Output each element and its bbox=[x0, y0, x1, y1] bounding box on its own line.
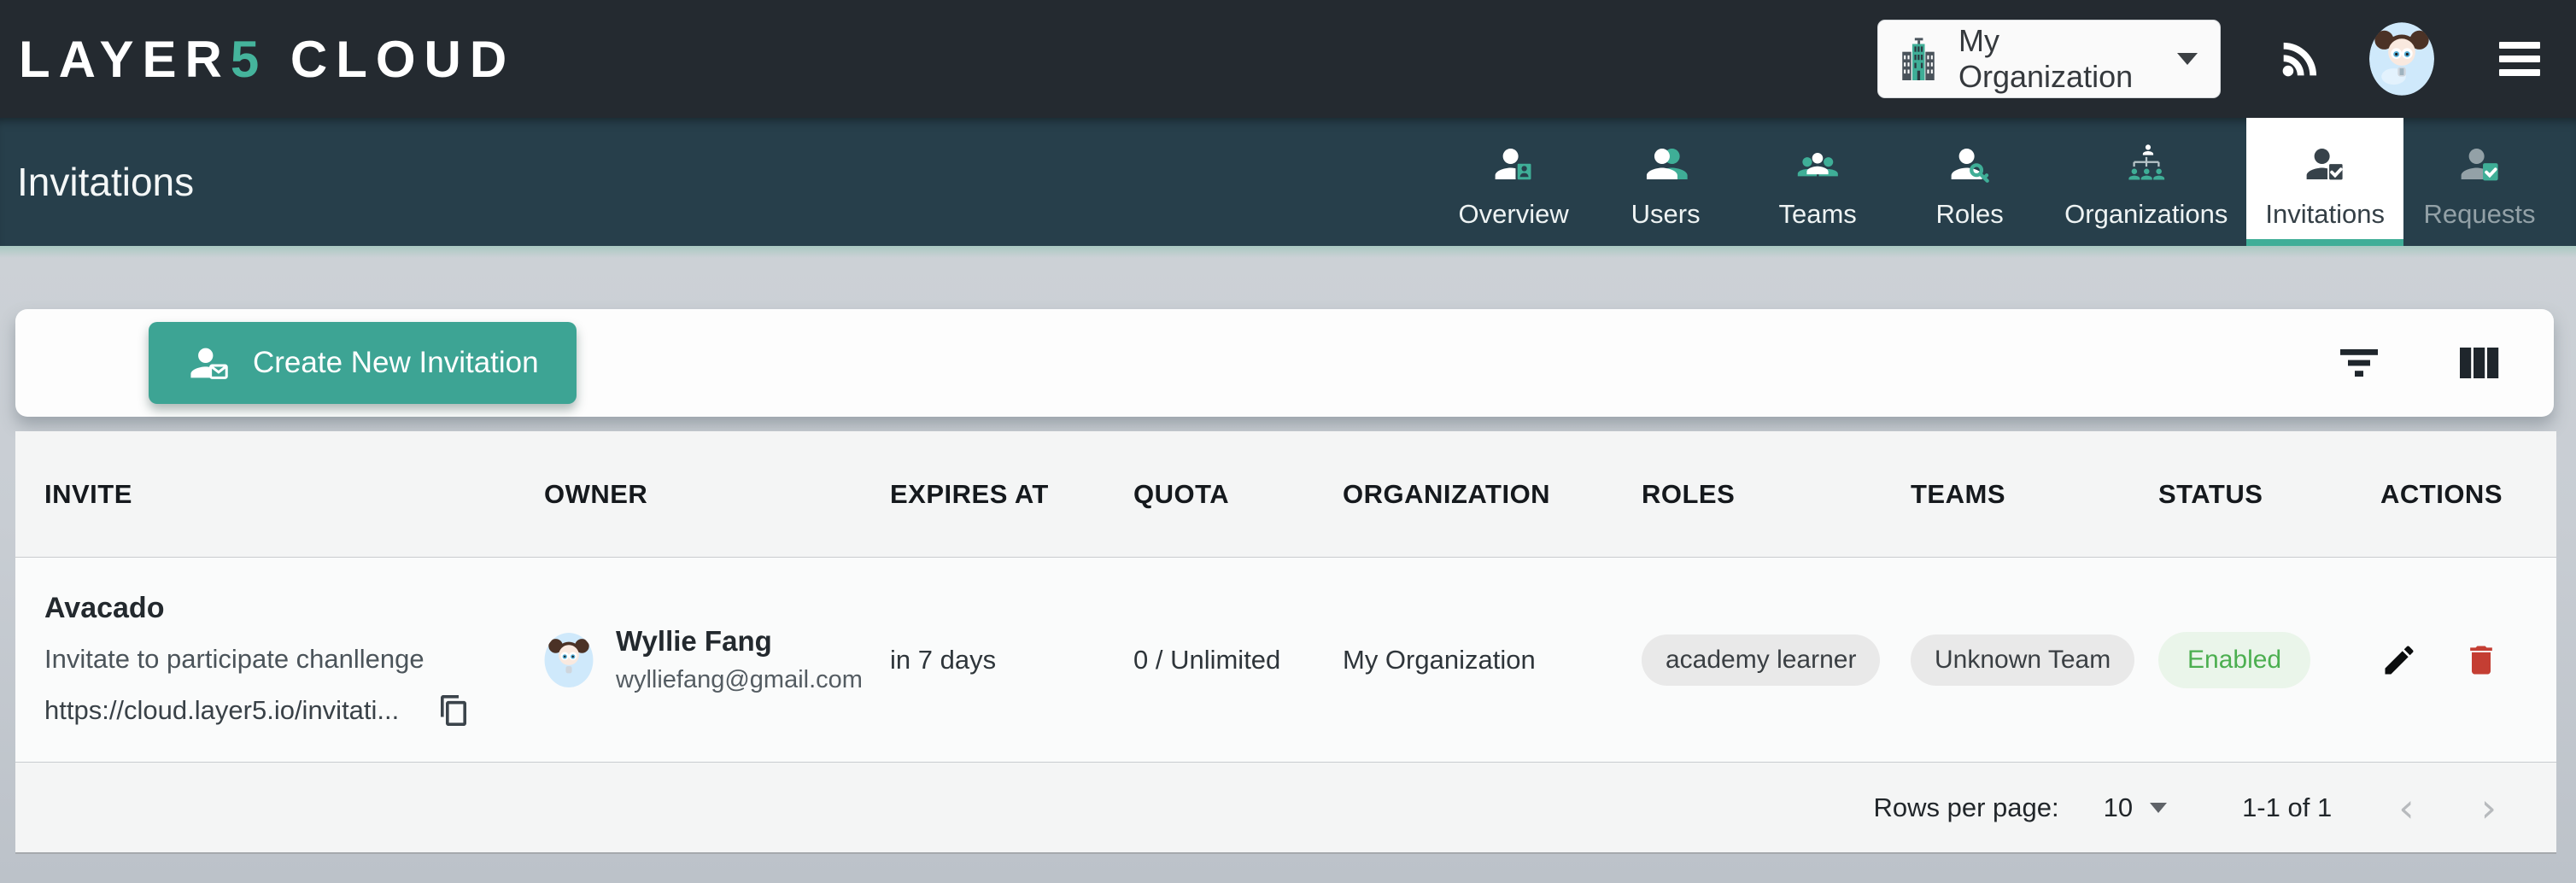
view-columns-icon bbox=[2455, 344, 2504, 382]
role-chip: academy learner bbox=[1642, 634, 1880, 686]
page-title: Invitations bbox=[17, 159, 194, 205]
tab-label: Organizations bbox=[2064, 199, 2228, 230]
trash-icon bbox=[2462, 641, 2500, 679]
view-columns-button[interactable] bbox=[2450, 339, 2509, 387]
logo-text-layer: LAYER bbox=[19, 31, 231, 88]
invite-cell: Avacado Invitate to participate chanllen… bbox=[15, 558, 515, 762]
previous-page-button[interactable]: ‹ bbox=[2398, 788, 2414, 827]
tab-label: Teams bbox=[1778, 199, 1856, 230]
filter-icon bbox=[2335, 344, 2383, 382]
roles-cell: academy learner bbox=[1613, 558, 1882, 762]
tab-teams[interactable]: Teams bbox=[1742, 118, 1894, 246]
owner-email: wylliefang@gmail.com bbox=[616, 666, 863, 694]
rows-per-page-value: 10 bbox=[2104, 792, 2133, 823]
copy-link-button[interactable] bbox=[438, 693, 469, 728]
expires-at-cell: in 7 days bbox=[861, 558, 1104, 762]
two-users-icon bbox=[1642, 134, 1689, 187]
top-app-bar: LAYER5 CLOUD My Organization bbox=[0, 0, 2576, 118]
tab-label: Overview bbox=[1459, 199, 1569, 230]
hamburger-menu-icon[interactable] bbox=[2499, 42, 2540, 76]
table-header-row: INVITE OWNER EXPIRES AT QUOTA ORGANIZATI… bbox=[15, 431, 2556, 558]
edit-invitation-button[interactable] bbox=[2380, 641, 2418, 679]
group-icon bbox=[1794, 134, 1841, 187]
rows-per-page-select[interactable]: 10 bbox=[2104, 792, 2167, 823]
column-header-actions: ACTIONS bbox=[2351, 431, 2556, 557]
layer5-cloud-logo: LAYER5 CLOUD bbox=[19, 30, 515, 89]
column-header-owner[interactable]: OWNER bbox=[515, 431, 861, 557]
tab-users[interactable]: Users bbox=[1590, 118, 1742, 246]
person-check-icon bbox=[2302, 134, 2348, 187]
rows-per-page-label: Rows per page: bbox=[1873, 792, 2058, 823]
status-cell: Enabled bbox=[2129, 558, 2351, 762]
column-header-teams[interactable]: TEAMS bbox=[1882, 431, 2129, 557]
tab-overview[interactable]: Overview bbox=[1437, 118, 1590, 246]
invite-link[interactable]: https://cloud.layer5.io/invitati... bbox=[44, 695, 399, 726]
tab-label: Invitations bbox=[2265, 199, 2385, 230]
quota-cell: 0 / Unlimited bbox=[1104, 558, 1314, 762]
person-badge-icon bbox=[1490, 134, 1537, 187]
topbar-right-cluster: My Organization bbox=[1877, 20, 2540, 98]
logo-text-5: 5 bbox=[231, 31, 267, 88]
organization-cell: My Organization bbox=[1314, 558, 1613, 762]
owner-avatar bbox=[544, 633, 594, 687]
avatar-illustration bbox=[2369, 22, 2434, 96]
tab-label: Roles bbox=[1936, 199, 2004, 230]
table-tools bbox=[2330, 339, 2509, 387]
column-header-invite[interactable]: INVITE bbox=[15, 431, 515, 557]
pagination-range: 1-1 of 1 bbox=[2242, 792, 2332, 823]
column-header-status[interactable]: STATUS bbox=[2129, 431, 2351, 557]
owner-name: Wyllie Fang bbox=[616, 625, 863, 658]
organization-selector[interactable]: My Organization bbox=[1877, 20, 2221, 98]
invite-name: Avacado bbox=[44, 592, 164, 625]
copy-icon bbox=[438, 693, 469, 728]
user-avatar[interactable] bbox=[2369, 22, 2434, 96]
actions-cell bbox=[2351, 558, 2556, 762]
pencil-icon bbox=[2380, 641, 2418, 679]
tab-roles[interactable]: Roles bbox=[1894, 118, 2046, 246]
nav-tabs: Overview Users Teams bbox=[1437, 118, 2556, 246]
owner-cell: Wyllie Fang wylliefang@gmail.com bbox=[515, 558, 861, 762]
toolbar-card: Create New Invitation bbox=[15, 309, 2554, 417]
column-header-organization[interactable]: ORGANIZATION bbox=[1314, 431, 1613, 557]
filter-button[interactable] bbox=[2330, 339, 2388, 387]
chevron-down-icon bbox=[2177, 53, 2198, 65]
table-footer: Rows per page: 10 1-1 of 1 ‹ › bbox=[15, 763, 2556, 854]
person-mail-icon bbox=[186, 341, 231, 385]
organization-selector-value: My Organization bbox=[1958, 23, 2177, 95]
column-header-quota[interactable]: QUOTA bbox=[1104, 431, 1314, 557]
column-header-expires-at[interactable]: EXPIRES AT bbox=[861, 431, 1104, 557]
tab-label: Users bbox=[1631, 199, 1701, 230]
chevron-down-icon bbox=[2150, 803, 2167, 813]
person-key-icon bbox=[1947, 134, 1993, 187]
section-nav-bar: Invitations Overview Users bbox=[0, 118, 2576, 246]
org-hierarchy-icon bbox=[2123, 134, 2169, 187]
building-icon bbox=[1897, 35, 1940, 83]
teams-cell: Unknown Team bbox=[1882, 558, 2129, 762]
status-badge: Enabled bbox=[2158, 632, 2310, 688]
main-content: Create New Invitation INVITE bbox=[0, 246, 2576, 883]
delete-invitation-button[interactable] bbox=[2462, 641, 2500, 679]
logo-text-cloud: CLOUD bbox=[290, 31, 515, 88]
invite-description: Invitate to participate chanllenge bbox=[44, 644, 424, 675]
tab-invitations[interactable]: Invitations bbox=[2246, 118, 2403, 246]
rss-feed-icon[interactable] bbox=[2275, 34, 2325, 84]
create-new-invitation-button[interactable]: Create New Invitation bbox=[149, 322, 577, 404]
invitations-table: INVITE OWNER EXPIRES AT QUOTA ORGANIZATI… bbox=[15, 431, 2556, 854]
team-chip: Unknown Team bbox=[1911, 634, 2134, 686]
tab-label: Requests bbox=[2424, 199, 2536, 230]
table-row: Avacado Invitate to participate chanllen… bbox=[15, 558, 2556, 763]
column-header-roles[interactable]: ROLES bbox=[1613, 431, 1882, 557]
next-page-button[interactable]: › bbox=[2481, 788, 2497, 827]
create-new-invitation-label: Create New Invitation bbox=[253, 346, 539, 380]
tab-organizations[interactable]: Organizations bbox=[2046, 118, 2246, 246]
person-check-muted-icon bbox=[2456, 134, 2503, 187]
tab-requests[interactable]: Requests bbox=[2403, 118, 2556, 246]
